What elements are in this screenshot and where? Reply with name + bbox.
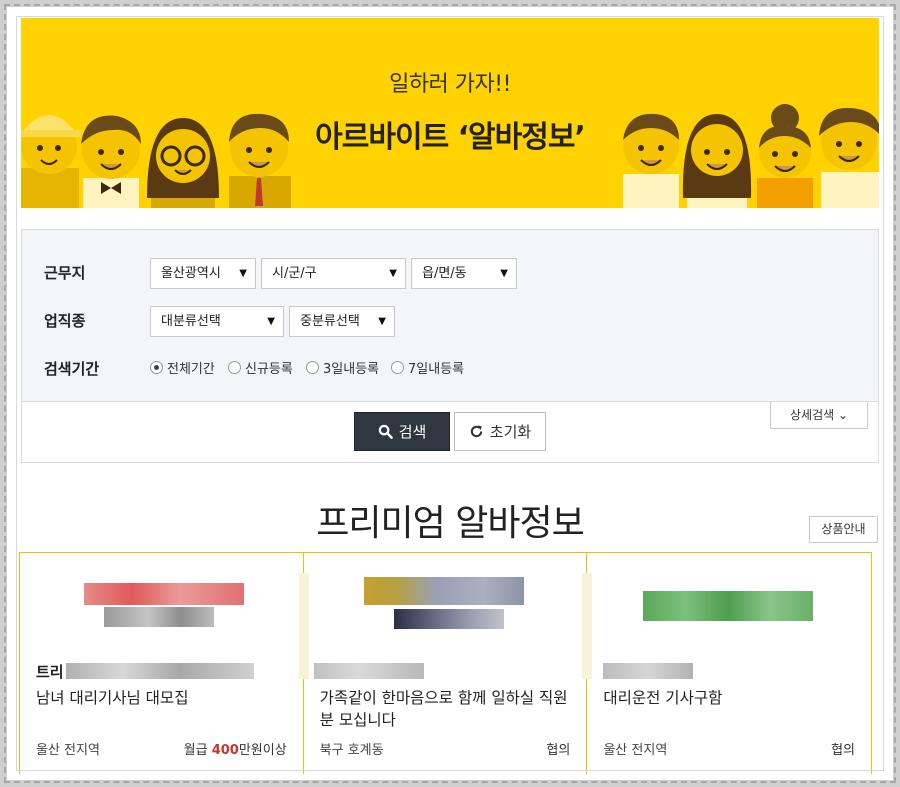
job-location: 울산 전지역 [36, 743, 100, 758]
company-name-blurred [603, 663, 694, 679]
job-pay: 협의 [546, 743, 571, 758]
industry-minor-select[interactable]: 중분류선택 ▼ [289, 306, 395, 337]
job-title: 대리운전 기사구함 [603, 689, 723, 707]
company-logo [304, 575, 587, 637]
period-option-label: 전체기간 [167, 362, 215, 377]
job-location: 북구 호계동 [319, 743, 384, 758]
period-option-3days[interactable]: 3일내등록 [306, 358, 379, 377]
industry-major-value: 대분류선택 [161, 314, 221, 329]
detail-search-button[interactable]: 상세검색 ⌄ [770, 402, 868, 429]
reset-button[interactable]: 초기화 [454, 412, 546, 451]
radio-icon [228, 361, 241, 374]
job-pay: 월급 400만원이상 [183, 743, 287, 758]
search-button-label: 검색 [398, 423, 427, 441]
reset-button-label: 초기화 [489, 423, 532, 441]
period-option-label: 7일내등록 [408, 362, 465, 377]
refresh-icon [470, 425, 483, 438]
period-option-new[interactable]: 신규등록 [228, 358, 293, 377]
radio-icon [306, 361, 319, 374]
period-option-label: 신규등록 [245, 362, 293, 377]
chevron-down-icon: ▼ [239, 268, 247, 279]
chevron-down-icon: ▼ [500, 268, 508, 279]
premium-card[interactable]: 대리운전 기사구함 울산 전지역 협의 [587, 553, 871, 774]
radio-checked-icon [150, 361, 163, 374]
job-location: 울산 전지역 [603, 743, 668, 758]
town-select-value: 읍/면/동 [422, 266, 467, 281]
search-icon [378, 424, 393, 439]
industry-label: 업직종 [44, 312, 86, 330]
job-pay: 협의 [831, 743, 856, 758]
city-select[interactable]: 울산광역시 ▼ [150, 258, 256, 289]
period-option-label: 3일내등록 [323, 362, 380, 377]
banner: 일하러 가자!! 아르바이트 ‘알바정보’ [21, 18, 879, 208]
search-button[interactable]: 검색 [354, 412, 450, 451]
district-select-value: 시/군/구 [272, 266, 317, 281]
chevron-down-icon: ▼ [389, 268, 397, 279]
radio-icon [391, 361, 404, 374]
company-logo [587, 575, 871, 637]
company-logo [20, 575, 303, 637]
job-title: 가족같이 한마음으로 함께 일하실 직원분 모십니다 [319, 689, 568, 729]
search-fields: 근무지 울산광역시 ▼ 시/군/구 ▼ 읍/면/동 ▼ 업직종 대분류선택 ▼ … [22, 230, 878, 402]
chevron-down-icon: ▼ [378, 316, 386, 327]
premium-section-title: 프리미엄 알바정보 [316, 503, 584, 544]
premium-card-list: 트리 남녀 대리기사님 대모집 울산 전지역 월급 400만원이상 가족같이 한… [19, 552, 872, 774]
industry-major-select[interactable]: 대분류선택 ▼ [150, 306, 284, 337]
premium-card[interactable]: 가족같이 한마음으로 함께 일하실 직원분 모십니다 북구 호계동 협의 [304, 553, 593, 774]
workplace-label: 근무지 [44, 264, 86, 282]
company-name: 트리 [36, 663, 64, 681]
period-option-all[interactable]: 전체기간 [150, 358, 215, 377]
town-select[interactable]: 읍/면/동 ▼ [411, 258, 517, 289]
district-select[interactable]: 시/군/구 ▼ [261, 258, 406, 289]
banner-characters-left [21, 113, 291, 208]
premium-card[interactable]: 트리 남녀 대리기사님 대모집 울산 전지역 월급 400만원이상 [20, 553, 309, 774]
company-name-blurred [313, 663, 424, 679]
period-option-7days[interactable]: 7일내등록 [391, 358, 464, 377]
city-select-value: 울산광역시 [161, 266, 221, 281]
period-label: 검색기간 [44, 360, 100, 378]
product-info-button[interactable]: 상품안내 [809, 516, 878, 543]
company-name-blurred [66, 663, 254, 679]
search-panel: 근무지 울산광역시 ▼ 시/군/구 ▼ 읍/면/동 ▼ 업직종 대분류선택 ▼ … [21, 229, 879, 463]
chevron-down-icon: ▼ [267, 316, 275, 327]
industry-minor-value: 중분류선택 [300, 314, 360, 329]
job-title: 남녀 대리기사님 대모집 [36, 689, 189, 707]
banner-characters-right [623, 104, 879, 208]
